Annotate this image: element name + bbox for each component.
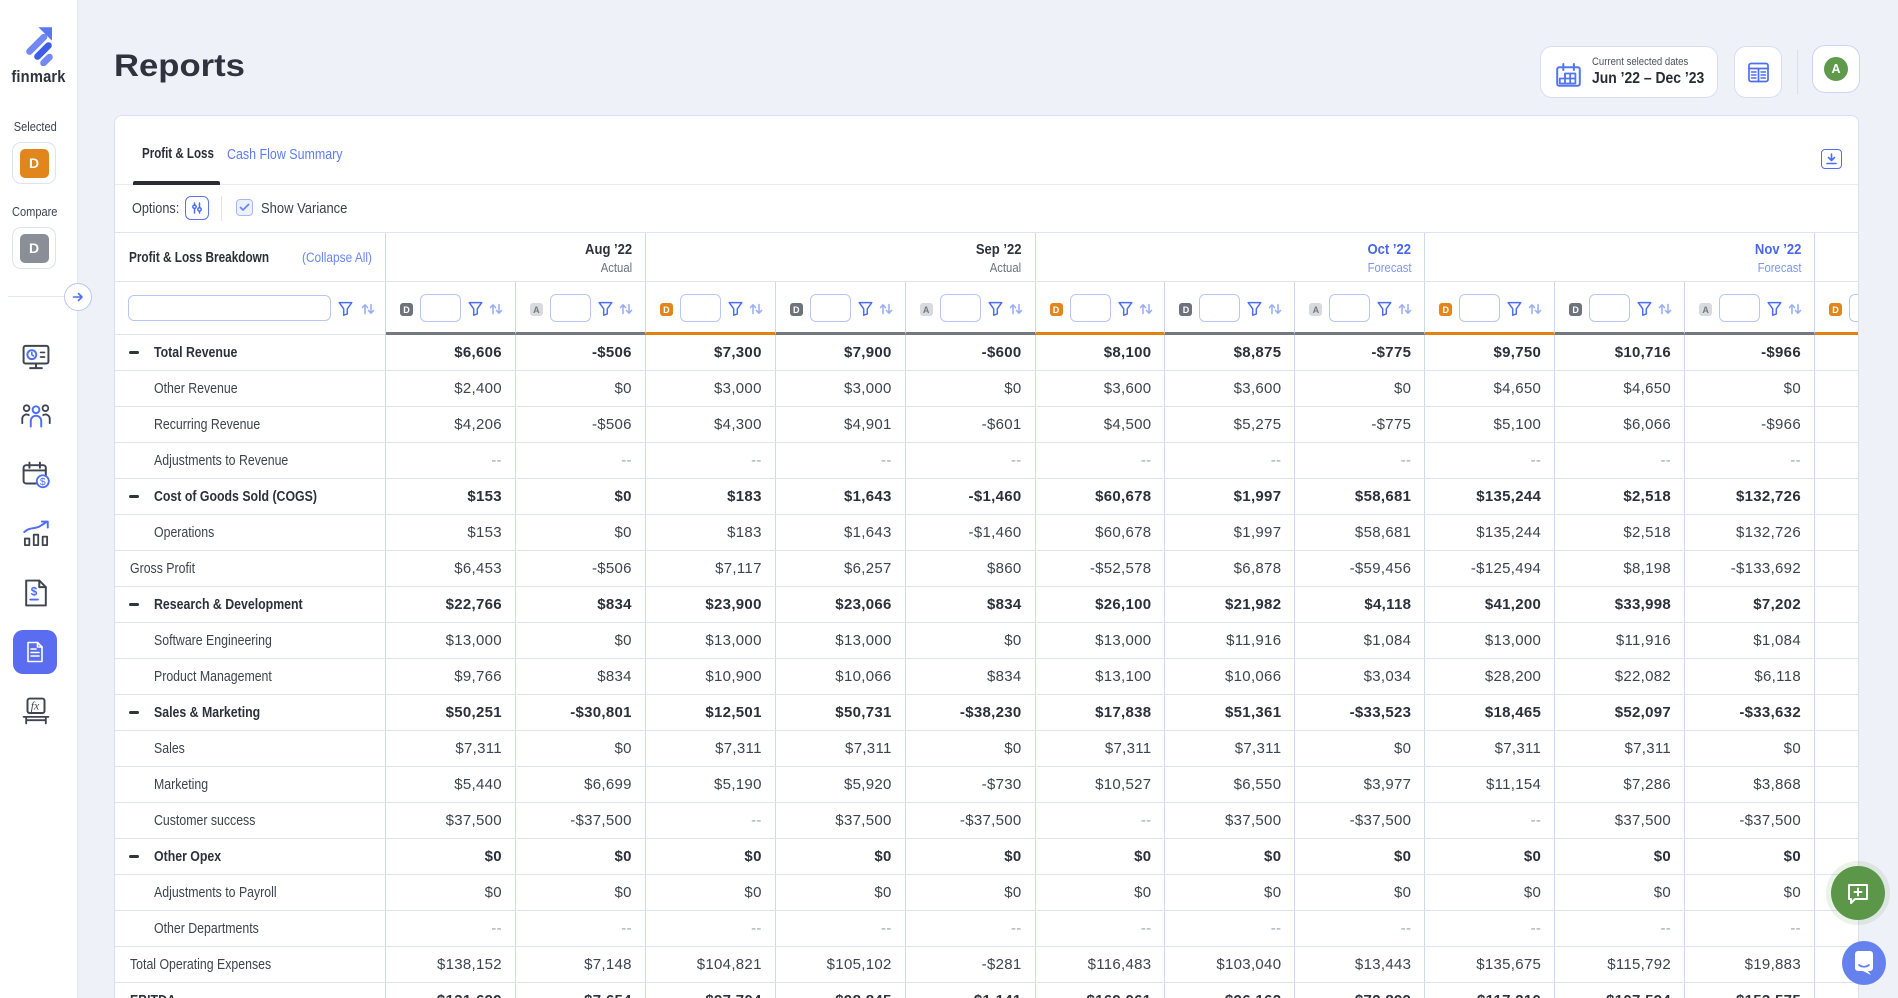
svg-text:fx: fx bbox=[31, 700, 40, 713]
svg-text:$: $ bbox=[31, 586, 38, 599]
svg-text:$: $ bbox=[40, 477, 46, 488]
